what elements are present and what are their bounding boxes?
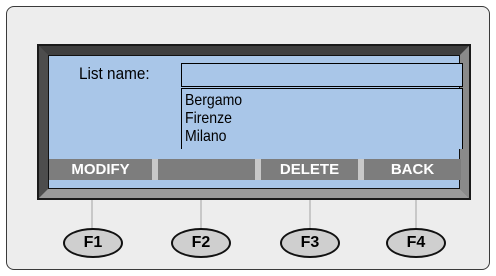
softkey-back[interactable]: BACK: [358, 159, 461, 180]
city-list: Bergamo Firenze Milano: [181, 88, 463, 149]
list-item-milano[interactable]: Milano: [185, 128, 226, 146]
device-panel: List name: Bergamo Firenze Milano MODIFY…: [6, 6, 490, 270]
softkey-delete[interactable]: DELETE: [255, 159, 358, 180]
list-item-firenze[interactable]: Firenze: [185, 110, 232, 128]
f3-key[interactable]: F3: [280, 228, 340, 258]
list-item-bergamo[interactable]: Bergamo: [185, 92, 242, 110]
f1-key[interactable]: F1: [63, 228, 123, 258]
f4-key[interactable]: F4: [386, 228, 446, 258]
display-bezel: List name: Bergamo Firenze Milano MODIFY…: [37, 44, 471, 200]
f2-key[interactable]: F2: [171, 228, 231, 258]
softkey-modify[interactable]: MODIFY: [49, 159, 152, 180]
lcd-screen: List name: Bergamo Firenze Milano MODIFY…: [48, 55, 463, 189]
list-name-input[interactable]: [181, 63, 463, 87]
softkey-blank[interactable]: [152, 159, 255, 180]
list-name-label: List name:: [79, 64, 150, 83]
softkey-bar: MODIFY DELETE BACK: [49, 159, 461, 181]
